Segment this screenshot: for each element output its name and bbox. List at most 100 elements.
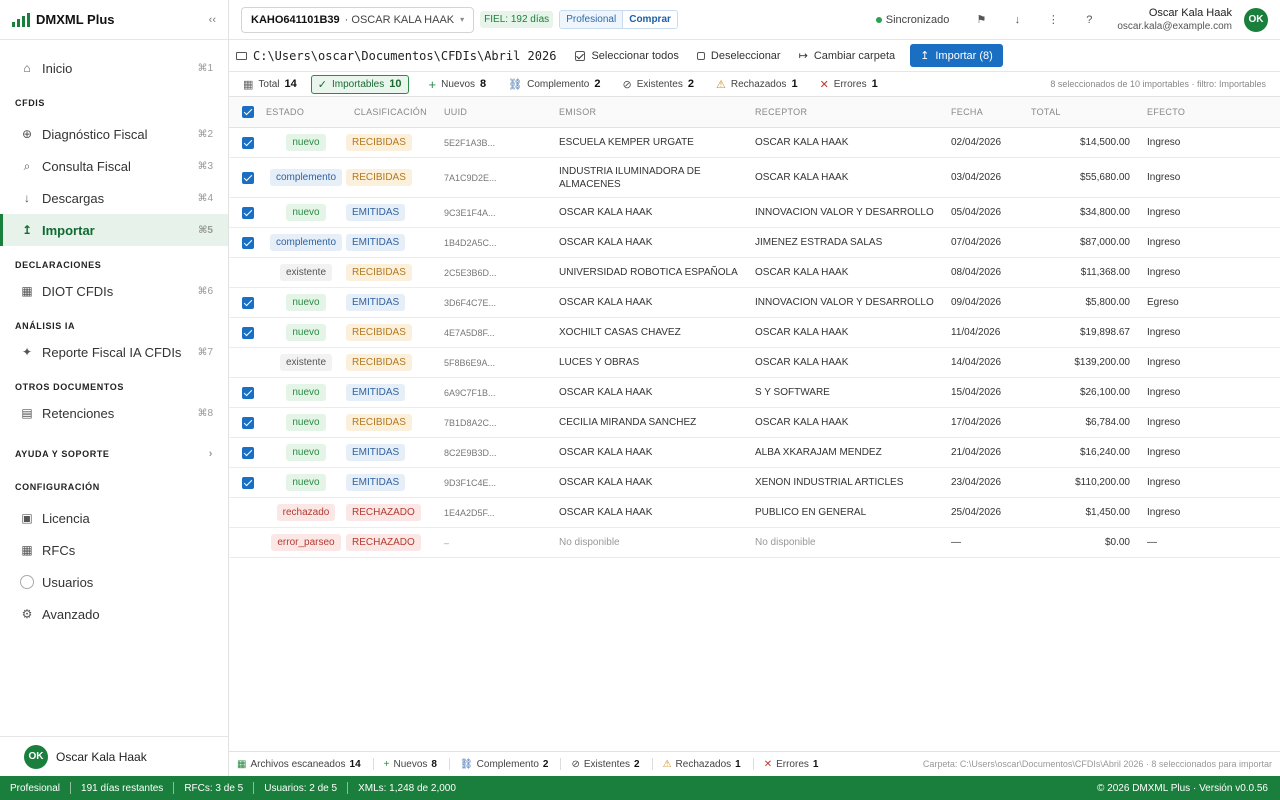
header-emisor[interactable]: EMISOR (559, 106, 755, 119)
table-row[interactable]: nuevo EMITIDAS 9C3E1F4A... OSCAR KALA HAAK I… (229, 198, 1280, 228)
header-uuid[interactable]: UUID (444, 107, 559, 117)
link-icon: ⛓ (459, 758, 473, 770)
table-row[interactable]: nuevo EMITIDAS 9D3F1C4E... OSCAR KALA HAAK X… (229, 468, 1280, 498)
filter-note: 8 seleccionados de 10 importables · filt… (1050, 79, 1266, 89)
row-checkbox[interactable] (241, 171, 254, 184)
import-button[interactable]: ↥ Importar (8) (910, 44, 1003, 67)
emisor-cell: No disponible (559, 537, 620, 548)
filter-rechazados[interactable]: ⚠ Rechazados 1 (716, 75, 798, 94)
section-ayuda-soporte[interactable]: AYUDA Y SOPORTE › (0, 448, 228, 460)
emisor-cell: OSCAR KALA HAAK (559, 207, 653, 218)
filter-errores[interactable]: ✕ Errores 1 (820, 75, 878, 94)
row-checkbox[interactable] (241, 136, 254, 149)
summary-count: 2 (634, 758, 640, 770)
fecha-cell: 17/04/2026 (951, 417, 1002, 428)
table-row[interactable]: nuevo RECIBIDAS 4E7A5D8F... XOCHILT CASAS C… (229, 318, 1280, 348)
flag-icon[interactable]: ⚑ (963, 13, 999, 26)
row-checkbox[interactable] (241, 296, 254, 309)
table-row[interactable]: nuevo RECIBIDAS 5E2F1A3B... ESCUELA KEMPER … (229, 128, 1280, 158)
avatar[interactable]: OK (1244, 7, 1268, 32)
sidebar-item-consulta[interactable]: ⌕ Consulta Fiscal ⌘3 (0, 150, 228, 182)
estado-badge: nuevo (286, 384, 326, 401)
header-estado[interactable]: ESTADO (266, 107, 346, 117)
sidebar-item-importar[interactable]: ↥ Importar ⌘5 (0, 214, 228, 246)
filter-label: Complemento (527, 78, 590, 90)
change-folder-button[interactable]: ↦ Cambiar carpeta (790, 44, 905, 68)
filter-existentes[interactable]: ⊘ Existentes 2 (622, 75, 693, 94)
select-all-button[interactable]: Seleccionar todos (566, 44, 687, 68)
row-checkbox[interactable] (242, 267, 254, 279)
filter-importables[interactable]: ✓ Importables 10 (310, 74, 409, 94)
sidebar-item-retenciones[interactable]: ▤ Retenciones ⌘8 (0, 397, 228, 429)
row-checkbox[interactable] (241, 446, 254, 459)
table-row[interactable]: existente RECIBIDAS 2C5E3B6D... UNIVERSIDAD… (229, 258, 1280, 288)
sidebar-item-diagnostico[interactable]: ⊕ Diagnóstico Fiscal ⌘2 (0, 118, 228, 150)
table-row[interactable]: complemento RECIBIDAS 7A1C9D2E... INDUSTRIA… (229, 158, 1280, 198)
clasificacion-badge: RECHAZADO (346, 504, 421, 521)
header-receptor[interactable]: RECEPTOR (755, 107, 951, 117)
receptor-cell: OSCAR KALA HAAK (755, 137, 849, 148)
folder-icon (236, 51, 247, 60)
receptor-cell: PUBLICO EN GENERAL (755, 507, 867, 518)
warning-icon: ⚠ (662, 758, 672, 770)
table-row[interactable]: existente RECIBIDAS 5F8B6E9A... LUCES Y OBR… (229, 348, 1280, 378)
header-efecto[interactable]: EFECTO (1130, 107, 1260, 117)
filter-count: 1 (791, 78, 798, 90)
section-label: AYUDA Y SOPORTE (15, 449, 110, 459)
filter-nuevos[interactable]: + Nuevos 8 (429, 75, 487, 94)
table-row[interactable]: nuevo EMITIDAS 3D6F4C7E... OSCAR KALA HAAK I… (229, 288, 1280, 318)
table-row[interactable]: complemento EMITIDAS 1B4D2A5C... OSCAR KALA… (229, 228, 1280, 258)
help-icon[interactable]: ? (1071, 14, 1107, 26)
row-checkbox[interactable] (241, 326, 254, 339)
row-checkbox[interactable] (241, 386, 254, 399)
table-row[interactable]: error_parseo RECHAZADO – No disponible No di… (229, 528, 1280, 558)
row-checkbox[interactable] (242, 507, 254, 519)
summary-count: 2 (542, 758, 549, 770)
sidebar-item-descargas[interactable]: ↓ Descargas ⌘4 (0, 182, 228, 214)
sidebar-item-usuarios[interactable]: Usuarios (0, 566, 228, 598)
logo-icon (12, 12, 30, 27)
table-row[interactable]: nuevo EMITIDAS 6A9C7F1B... OSCAR KALA HAAK S… (229, 378, 1280, 408)
table-row[interactable]: rechazado RECHAZADO 1E4A2D5F... OSCAR KALA … (229, 498, 1280, 528)
row-checkbox[interactable] (241, 206, 254, 219)
emisor-cell: CECILIA MIRANDA SANCHEZ (559, 417, 697, 428)
collapse-sidebar-icon[interactable]: ‹‹ (209, 14, 216, 26)
filter-complemento[interactable]: ⛓ Complemento 2 (508, 75, 600, 94)
row-checkbox[interactable] (241, 236, 254, 249)
sidebar-user[interactable]: OK Oscar Kala Haak (0, 736, 228, 776)
sidebar-item-avanzado[interactable]: ⚙ Avanzado (0, 598, 228, 630)
table-row[interactable]: nuevo EMITIDAS 8C2E9B3D... OSCAR KALA HAAK A… (229, 438, 1280, 468)
sidebar-item-diot[interactable]: ▦ DIOT CFDIs ⌘6 (0, 275, 228, 307)
sidebar-item-inicio[interactable]: ⌂ Inicio ⌘1 (0, 52, 228, 84)
filter-bar: ▦ Total 14 ✓ Importables 10 + Nuevos 8 ⛓… (229, 72, 1280, 97)
receptor-cell: OSCAR KALA HAAK (755, 357, 849, 368)
row-checkbox[interactable] (242, 537, 254, 549)
header-clasificacion[interactable]: CLASIFICACIÓN (346, 107, 444, 117)
uuid-cell: 7B1D8A2C... (444, 417, 497, 428)
rfc-selector[interactable]: KAHO641101B39 · OSCAR KALA HAAK ▾ (241, 6, 475, 33)
receptor-cell: S Y SOFTWARE (755, 387, 830, 398)
row-checkbox[interactable] (241, 416, 254, 429)
table-row[interactable]: nuevo RECIBIDAS 7B1D8A2C... CECILIA MIRANDA… (229, 408, 1280, 438)
sidebar-item-licencia[interactable]: ▣ Licencia (0, 502, 228, 534)
header-fecha[interactable]: FECHA (951, 107, 1031, 117)
download-arrow-icon[interactable]: ↓ (999, 14, 1035, 26)
deselect-button[interactable]: Deseleccionar (688, 44, 790, 68)
fecha-cell: 08/04/2026 (951, 267, 1002, 278)
button-label: Cambiar carpeta (813, 49, 896, 62)
user-info[interactable]: Oscar Kala Haak oscar.kala@example.com (1117, 7, 1232, 33)
estado-badge: existente (279, 354, 333, 371)
sidebar-user-name: Oscar Kala Haak (56, 749, 147, 764)
buy-button[interactable]: Comprar (622, 11, 677, 28)
row-checkbox[interactable] (242, 357, 254, 369)
filter-total[interactable]: ▦ Total 14 (243, 75, 297, 94)
row-checkbox[interactable] (241, 476, 254, 489)
clasificacion-badge: RECIBIDAS (346, 354, 412, 371)
sidebar-item-rfcs[interactable]: ▦ RFCs (0, 534, 228, 566)
filter-count: 8 (480, 78, 487, 90)
select-all-checkbox[interactable] (241, 106, 254, 118)
total-cell: $5,800.00 (1085, 297, 1131, 308)
sidebar-item-reporte-ia[interactable]: ✦ Reporte Fiscal IA CFDIs ⌘7 (0, 336, 228, 368)
more-vertical-icon[interactable]: ⋮ (1035, 13, 1071, 26)
header-total[interactable]: TOTAL (1031, 107, 1130, 117)
